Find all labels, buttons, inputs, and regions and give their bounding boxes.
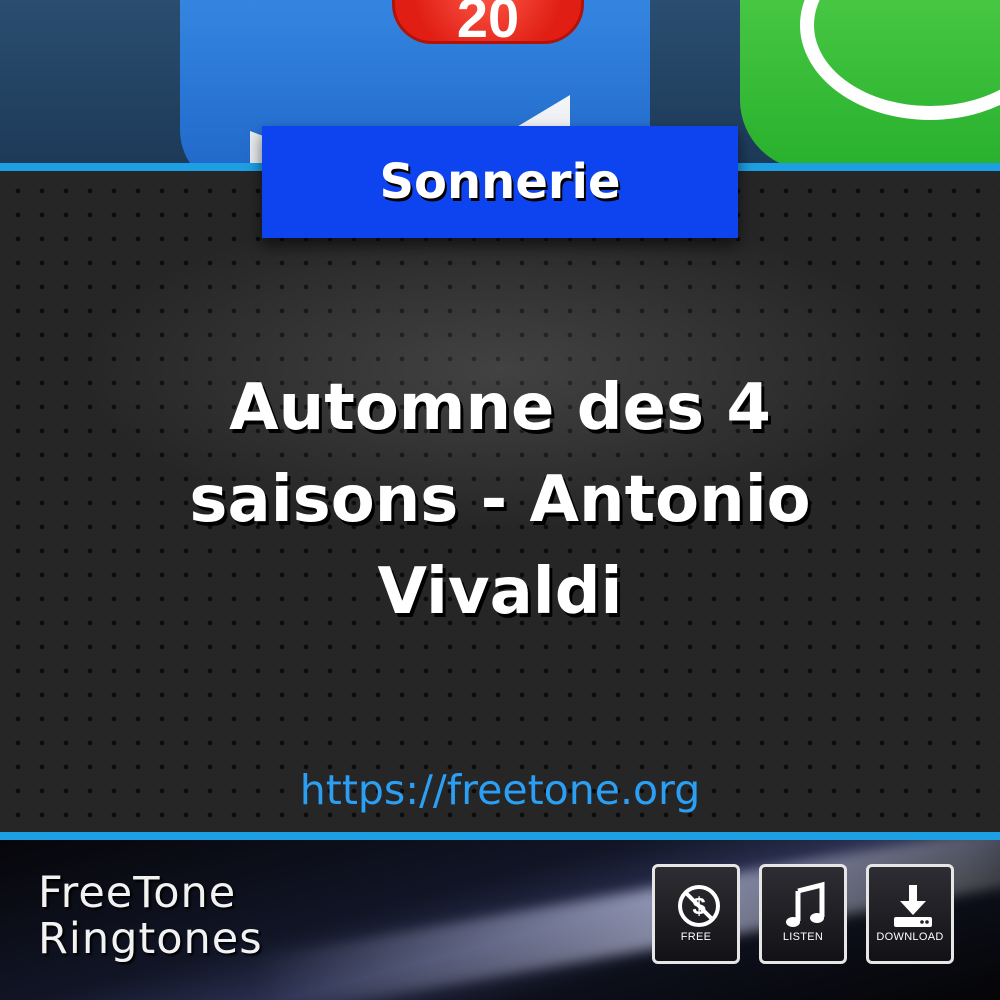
listen-label: LISTEN: [782, 931, 824, 943]
site-url-link[interactable]: https://freetone.org: [200, 762, 800, 818]
download-label: DOWNLOAD: [876, 931, 944, 943]
brand-line-2: Ringtones: [38, 914, 263, 964]
no-dollar-icon: $: [678, 885, 720, 927]
brand-logo: FreeTone Ringtones: [38, 870, 358, 962]
notification-badge: 20: [392, 0, 584, 44]
footer: FreeTone Ringtones $ FREE LISTEN DOWNLOA…: [0, 840, 1000, 1000]
chat-bubble-icon: [800, 0, 1000, 120]
brand-line-1: FreeTone: [38, 868, 237, 918]
music-note-icon: [786, 881, 825, 927]
free-label: FREE: [680, 931, 712, 943]
ringtone-title: Automne des 4 saisons - Antonio Vivaldi: [189, 371, 811, 629]
bottom-divider: [0, 832, 1000, 840]
listen-badge: LISTEN: [759, 864, 847, 964]
category-label: Sonnerie: [262, 126, 738, 238]
svg-text:$: $: [692, 893, 706, 920]
whatsapp-app-icon: [740, 0, 1000, 163]
free-badge: $ FREE: [652, 864, 740, 964]
download-icon: [894, 885, 932, 927]
download-badge: DOWNLOAD: [866, 864, 954, 964]
